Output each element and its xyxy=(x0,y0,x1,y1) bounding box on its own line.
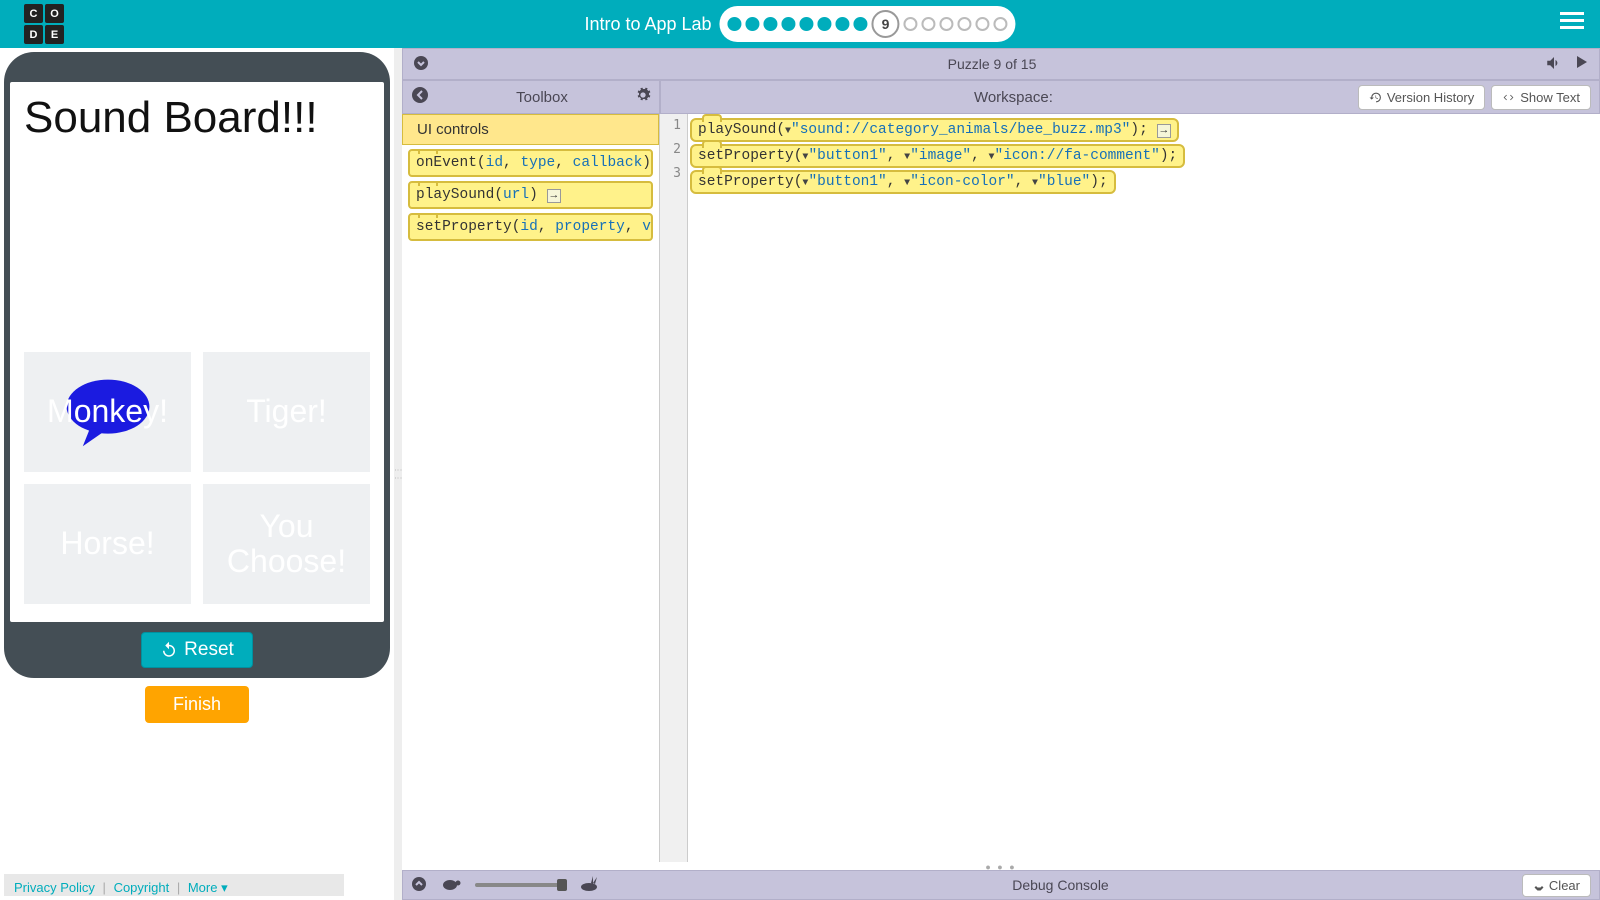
copyright-link[interactable]: Copyright xyxy=(114,880,170,895)
toolbox-block[interactable]: onEvent(id, type, callback) xyxy=(408,149,653,177)
step-bubble[interactable] xyxy=(976,17,990,31)
reset-icon xyxy=(160,641,178,659)
hamburger-menu-icon[interactable] xyxy=(1560,12,1584,29)
app-title: Sound Board!!! xyxy=(24,96,370,140)
toolbox-category[interactable]: UI controls xyxy=(402,114,659,145)
code-block[interactable]: setProperty(▼"button1", ▼"icon-color", ▼… xyxy=(690,170,1116,194)
sound-button-horse[interactable]: Horse! xyxy=(24,484,191,604)
step-bubble[interactable] xyxy=(958,17,972,31)
step-bubble[interactable] xyxy=(764,17,778,31)
toolbox-header: Toolbox xyxy=(402,80,660,114)
more-link[interactable]: More ▾ xyxy=(188,880,228,895)
step-bubble[interactable] xyxy=(854,17,868,31)
step-bubble[interactable] xyxy=(940,17,954,31)
sound-button-label: Monkey! xyxy=(47,394,168,429)
toolbox-label: Toolbox xyxy=(449,89,635,106)
speed-slider[interactable] xyxy=(475,883,565,887)
progress-bubbles: 9 xyxy=(720,6,1016,42)
column-resize-handle[interactable]: ⋮⋮ xyxy=(394,48,402,900)
toolbox-body: UI controls onEvent(id, type, callback) … xyxy=(402,114,660,862)
footer-links: Privacy Policy | Copyright | More ▾ xyxy=(4,874,344,896)
history-icon xyxy=(1369,91,1382,104)
sound-button-tiger[interactable]: Tiger! xyxy=(203,352,370,472)
step-bubble-current[interactable]: 9 xyxy=(872,10,900,38)
toolbox-block[interactable]: playSound(url) → xyxy=(408,181,653,209)
panel-resize-grip[interactable]: ● ● ● xyxy=(402,862,1600,870)
step-bubble[interactable] xyxy=(922,17,936,31)
step-bubble[interactable] xyxy=(904,17,918,31)
workspace-header: Workspace: Version History Show Text xyxy=(660,80,1600,114)
turtle-speed-icon xyxy=(441,877,461,894)
version-history-label: Version History xyxy=(1387,90,1474,105)
expand-debug-icon[interactable] xyxy=(411,876,427,895)
lesson-title: Intro to App Lab xyxy=(584,14,711,35)
clear-label: Clear xyxy=(1549,878,1580,893)
debug-console-label: Debug Console xyxy=(1012,877,1109,893)
code-icon xyxy=(1502,91,1515,104)
gear-icon[interactable] xyxy=(635,87,651,108)
step-bubble[interactable] xyxy=(994,17,1008,31)
app-screen: Sound Board!!! Monkey! Tiger! Horse! You… xyxy=(10,82,384,622)
sound-button-label: Tiger! xyxy=(246,394,327,429)
line-gutter: 1 2 3 xyxy=(660,114,688,862)
workspace-label: Workspace: xyxy=(974,89,1053,106)
toolbox-block[interactable]: setProperty(id, property, va xyxy=(408,213,653,241)
sound-button-monkey[interactable]: Monkey! xyxy=(24,352,191,472)
sound-button-choose[interactable]: You Choose! xyxy=(203,484,370,604)
version-history-button[interactable]: Version History xyxy=(1358,85,1485,110)
code-block[interactable]: setProperty(▼"button1", ▼"image", ▼"icon… xyxy=(690,144,1185,168)
sound-icon[interactable] xyxy=(1545,54,1563,75)
collapse-instructions-icon[interactable] xyxy=(413,55,429,74)
instructions-bar: Puzzle 9 of 15 xyxy=(402,48,1600,80)
toolbox-back-icon[interactable] xyxy=(411,86,429,109)
top-header: CO DE Intro to App Lab 9 xyxy=(0,0,1600,48)
step-bubble[interactable] xyxy=(800,17,814,31)
privacy-link[interactable]: Privacy Policy xyxy=(14,880,95,895)
clear-button[interactable]: Clear xyxy=(1522,874,1591,897)
workspace-body[interactable]: 1 2 3 playSound(▼"sound://category_anima… xyxy=(660,114,1600,862)
step-bubble[interactable] xyxy=(818,17,832,31)
step-bubble[interactable] xyxy=(746,17,760,31)
code-block[interactable]: playSound(▼"sound://category_animals/bee… xyxy=(690,118,1179,142)
codeorg-logo[interactable]: CO DE xyxy=(24,4,64,44)
puzzle-title: Puzzle 9 of 15 xyxy=(948,56,1037,72)
play-icon[interactable] xyxy=(1573,54,1589,75)
rabbit-speed-icon xyxy=(579,876,599,895)
sound-button-label: You Choose! xyxy=(207,509,366,579)
sound-button-label: Horse! xyxy=(60,526,154,561)
reset-label: Reset xyxy=(184,639,234,661)
show-text-button[interactable]: Show Text xyxy=(1491,85,1591,110)
step-bubble[interactable] xyxy=(782,17,796,31)
show-text-label: Show Text xyxy=(1520,90,1580,105)
eraser-icon xyxy=(1533,879,1545,891)
step-bubble[interactable] xyxy=(836,17,850,31)
step-bubble[interactable] xyxy=(728,17,742,31)
phone-frame: Sound Board!!! Monkey! Tiger! Horse! You… xyxy=(4,52,390,678)
finish-button[interactable]: Finish xyxy=(145,686,249,723)
debug-console-bar: Debug Console Clear xyxy=(402,870,1600,900)
reset-button[interactable]: Reset xyxy=(141,632,253,668)
finish-label: Finish xyxy=(173,694,221,714)
